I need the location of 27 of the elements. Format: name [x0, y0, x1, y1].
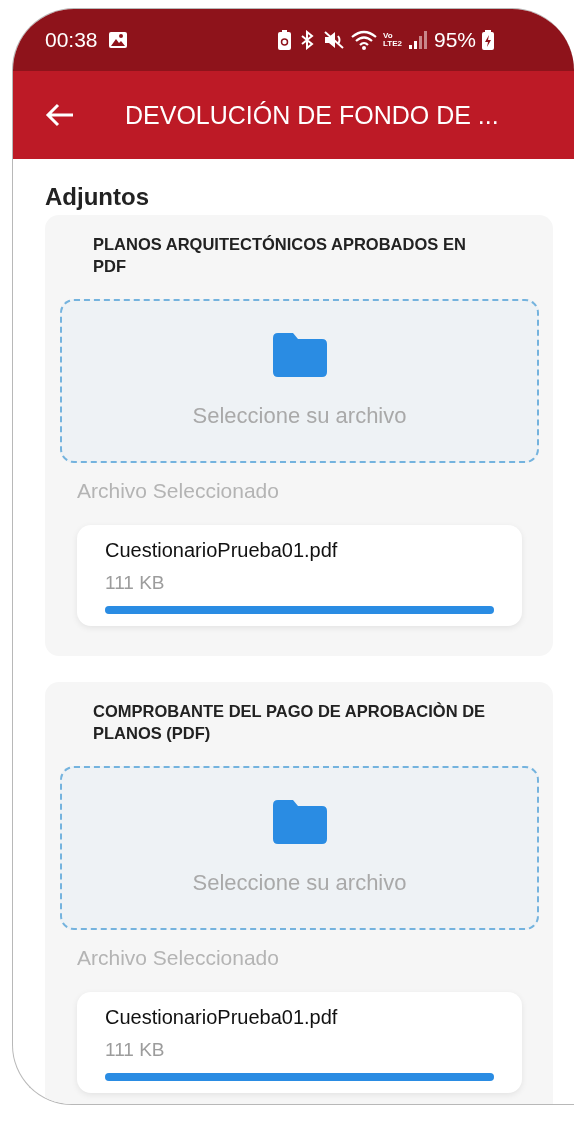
attachment-title: PLANOS ARQUITECTÓNICOS APROBADOS EN PDF	[93, 234, 467, 277]
network-label: LTE2	[383, 40, 402, 48]
mute-icon	[323, 30, 345, 50]
back-arrow-icon[interactable]	[45, 103, 75, 127]
battery-saver-icon	[278, 30, 291, 50]
folder-icon	[272, 800, 327, 844]
selected-file-label: Archivo Seleccionado	[77, 479, 280, 503]
file-drop-zone[interactable]: Seleccione su archivo	[60, 299, 539, 463]
file-size: 111 KB	[105, 1039, 166, 1061]
battery-charging-icon	[482, 30, 494, 50]
selected-file-label: Archivo Seleccionado	[77, 946, 280, 970]
status-time: 00:38	[45, 28, 98, 52]
section-heading: Adjuntos	[45, 183, 150, 211]
drop-zone-label: Seleccione su archivo	[192, 403, 407, 429]
drop-zone-label: Seleccione su archivo	[192, 870, 407, 896]
screen-title: DEVOLUCIÓN DE FONDO DE ...	[125, 100, 499, 130]
file-drop-zone[interactable]: Seleccione su archivo	[60, 766, 539, 930]
attachment-title: COMPROBANTE DEL PAGO DE APROBACIÒN DE PLANOS (PDF)	[93, 701, 487, 744]
battery-percent: 95%	[433, 28, 476, 52]
file-name: CuestionarioPrueba01.pdf	[105, 539, 339, 562]
file-size: 111 KB	[105, 572, 166, 594]
signal-icon	[407, 30, 428, 50]
file-name: CuestionarioPrueba01.pdf	[105, 1006, 339, 1029]
image-icon	[107, 31, 128, 49]
network-label: Vo	[383, 32, 394, 40]
wifi-icon	[351, 30, 377, 50]
folder-icon	[272, 333, 327, 377]
